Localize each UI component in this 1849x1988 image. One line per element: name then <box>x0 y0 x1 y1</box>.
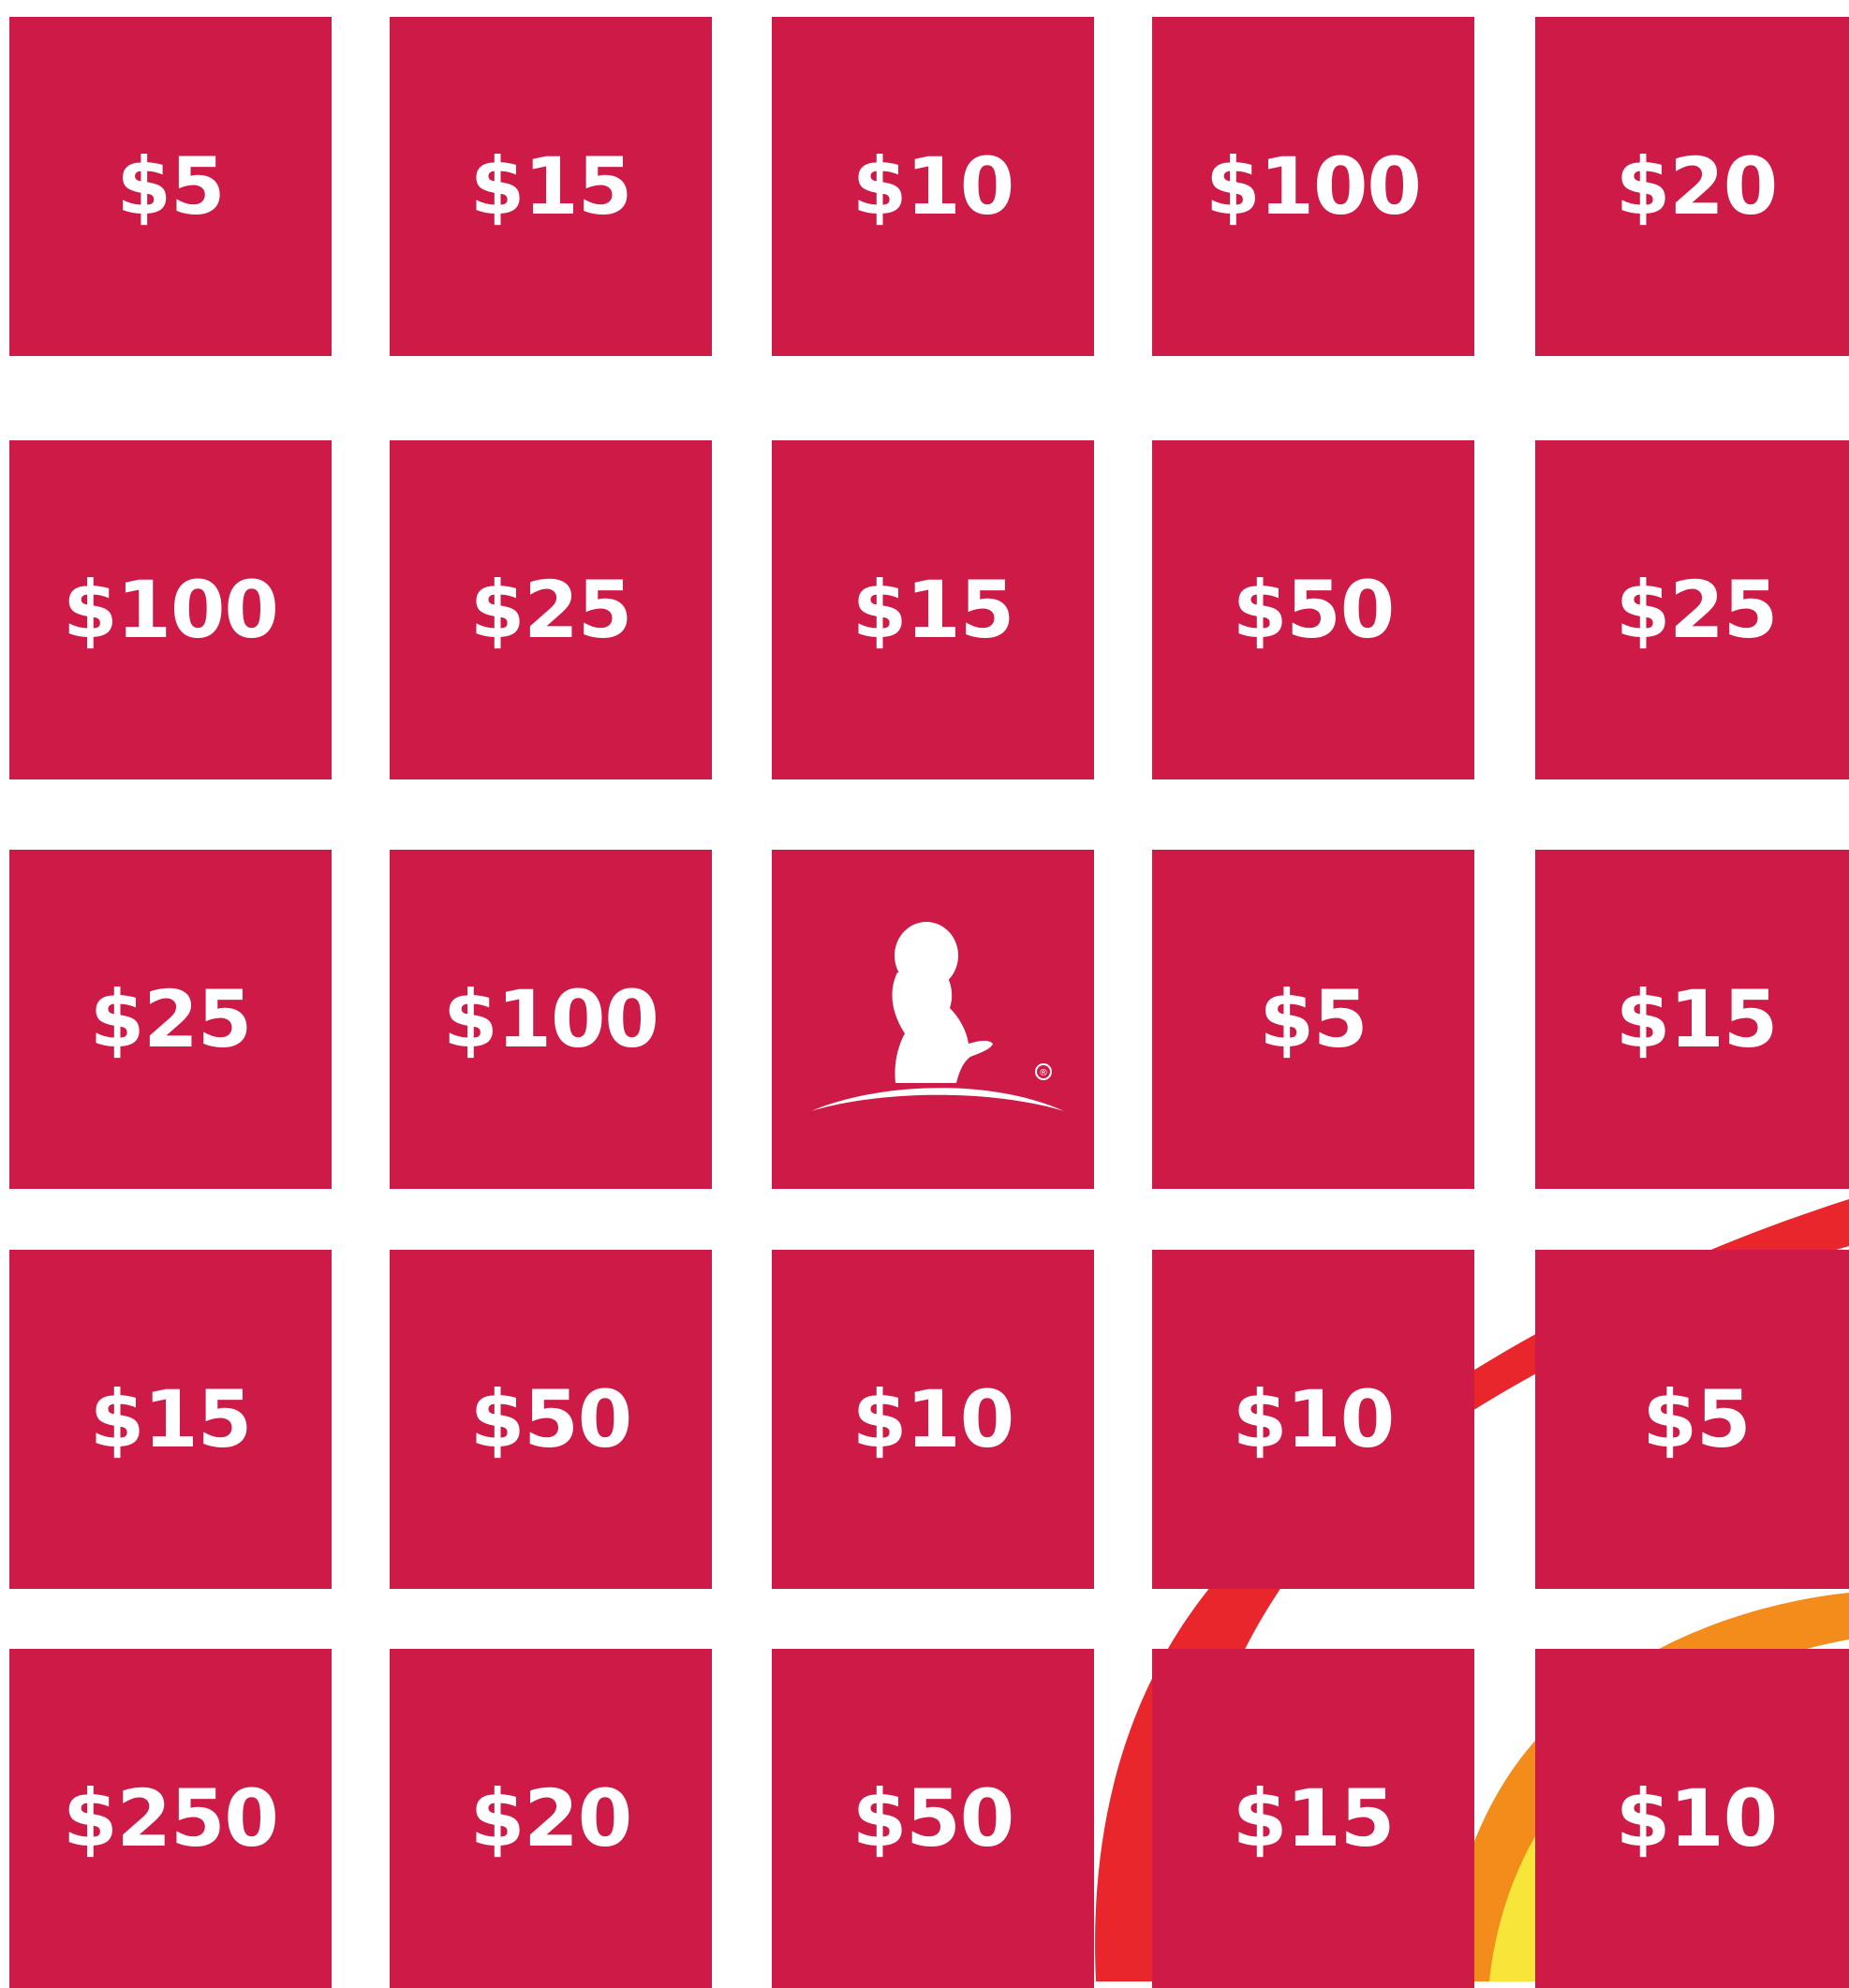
donation-amount-tile[interactable]: $15 <box>9 1250 332 1589</box>
donation-amount-label: $50 <box>469 1373 632 1465</box>
donation-amount-tile[interactable]: $10 <box>1152 1250 1474 1589</box>
donation-amount-tile[interactable]: $10 <box>772 17 1094 356</box>
donation-amount-label: $5 <box>1259 973 1368 1065</box>
donation-amount-tile[interactable]: $50 <box>390 1250 712 1589</box>
donation-amount-label: $100 <box>443 973 659 1065</box>
donation-amount-tile[interactable]: $10 <box>1535 1649 1849 1988</box>
donation-amount-tile[interactable]: $15 <box>1535 850 1849 1189</box>
donation-amount-tile[interactable]: $15 <box>772 440 1094 779</box>
donation-amount-tile[interactable]: $250 <box>9 1649 332 1988</box>
donation-amount-label: $15 <box>89 1373 252 1465</box>
donation-amount-label: $15 <box>851 564 1014 656</box>
donation-amount-tile[interactable]: $15 <box>390 17 712 356</box>
donation-amount-label: $15 <box>1232 1773 1395 1864</box>
donation-amount-tile[interactable]: $50 <box>1152 440 1474 779</box>
donation-amount-label: $50 <box>851 1773 1014 1864</box>
donation-amount-label: $25 <box>469 564 632 656</box>
donation-amount-tile[interactable]: $25 <box>390 440 712 779</box>
donation-amount-tile[interactable]: $100 <box>1152 17 1474 356</box>
donation-amount-tile[interactable]: $20 <box>1535 17 1849 356</box>
donation-amount-tile[interactable]: $5 <box>1535 1250 1849 1589</box>
donation-amount-label: $100 <box>63 564 279 656</box>
donation-amount-label: $5 <box>1642 1373 1752 1465</box>
donation-amount-tile[interactable]: $5 <box>9 17 332 356</box>
donation-amount-label: $250 <box>63 1773 279 1864</box>
donation-amount-label: $15 <box>1615 973 1778 1065</box>
donation-amount-label: $25 <box>89 973 252 1065</box>
donation-amount-label: $100 <box>1206 141 1422 232</box>
svg-text:®: ® <box>1039 1068 1048 1078</box>
donation-grid-page: $5 $15 $10 $100 $20 $100 $25 $15 $50 $25 $25 $100 ® $… <box>0 0 1849 1988</box>
donation-amount-tile[interactable]: $10 <box>772 1250 1094 1589</box>
donation-amount-tile[interactable]: $100 <box>9 440 332 779</box>
child-silhouette-logo-icon: ® <box>811 922 1064 1111</box>
donation-amount-tile[interactable]: $50 <box>772 1649 1094 1988</box>
donation-amount-label: $10 <box>1615 1773 1778 1864</box>
donation-amount-label: $25 <box>1615 564 1778 656</box>
donation-amount-tile[interactable]: $5 <box>1152 850 1474 1189</box>
donation-amount-label: $5 <box>116 141 226 232</box>
donation-amount-label: $15 <box>469 141 632 232</box>
donation-amount-label: $10 <box>1232 1373 1395 1465</box>
donation-amount-tile[interactable]: $20 <box>390 1649 712 1988</box>
donation-amount-tile[interactable]: $15 <box>1152 1649 1474 1988</box>
logo-tile[interactable]: ® <box>772 850 1094 1189</box>
donation-amount-label: $50 <box>1232 564 1395 656</box>
donation-amount-label: $20 <box>469 1773 632 1864</box>
donation-amount-tile[interactable]: $25 <box>9 850 332 1189</box>
donation-amount-label: $10 <box>851 1373 1014 1465</box>
donation-amount-label: $20 <box>1615 141 1778 232</box>
donation-amount-tile[interactable]: $25 <box>1535 440 1849 779</box>
donation-amount-label: $10 <box>851 141 1014 232</box>
donation-amount-tile[interactable]: $100 <box>390 850 712 1189</box>
